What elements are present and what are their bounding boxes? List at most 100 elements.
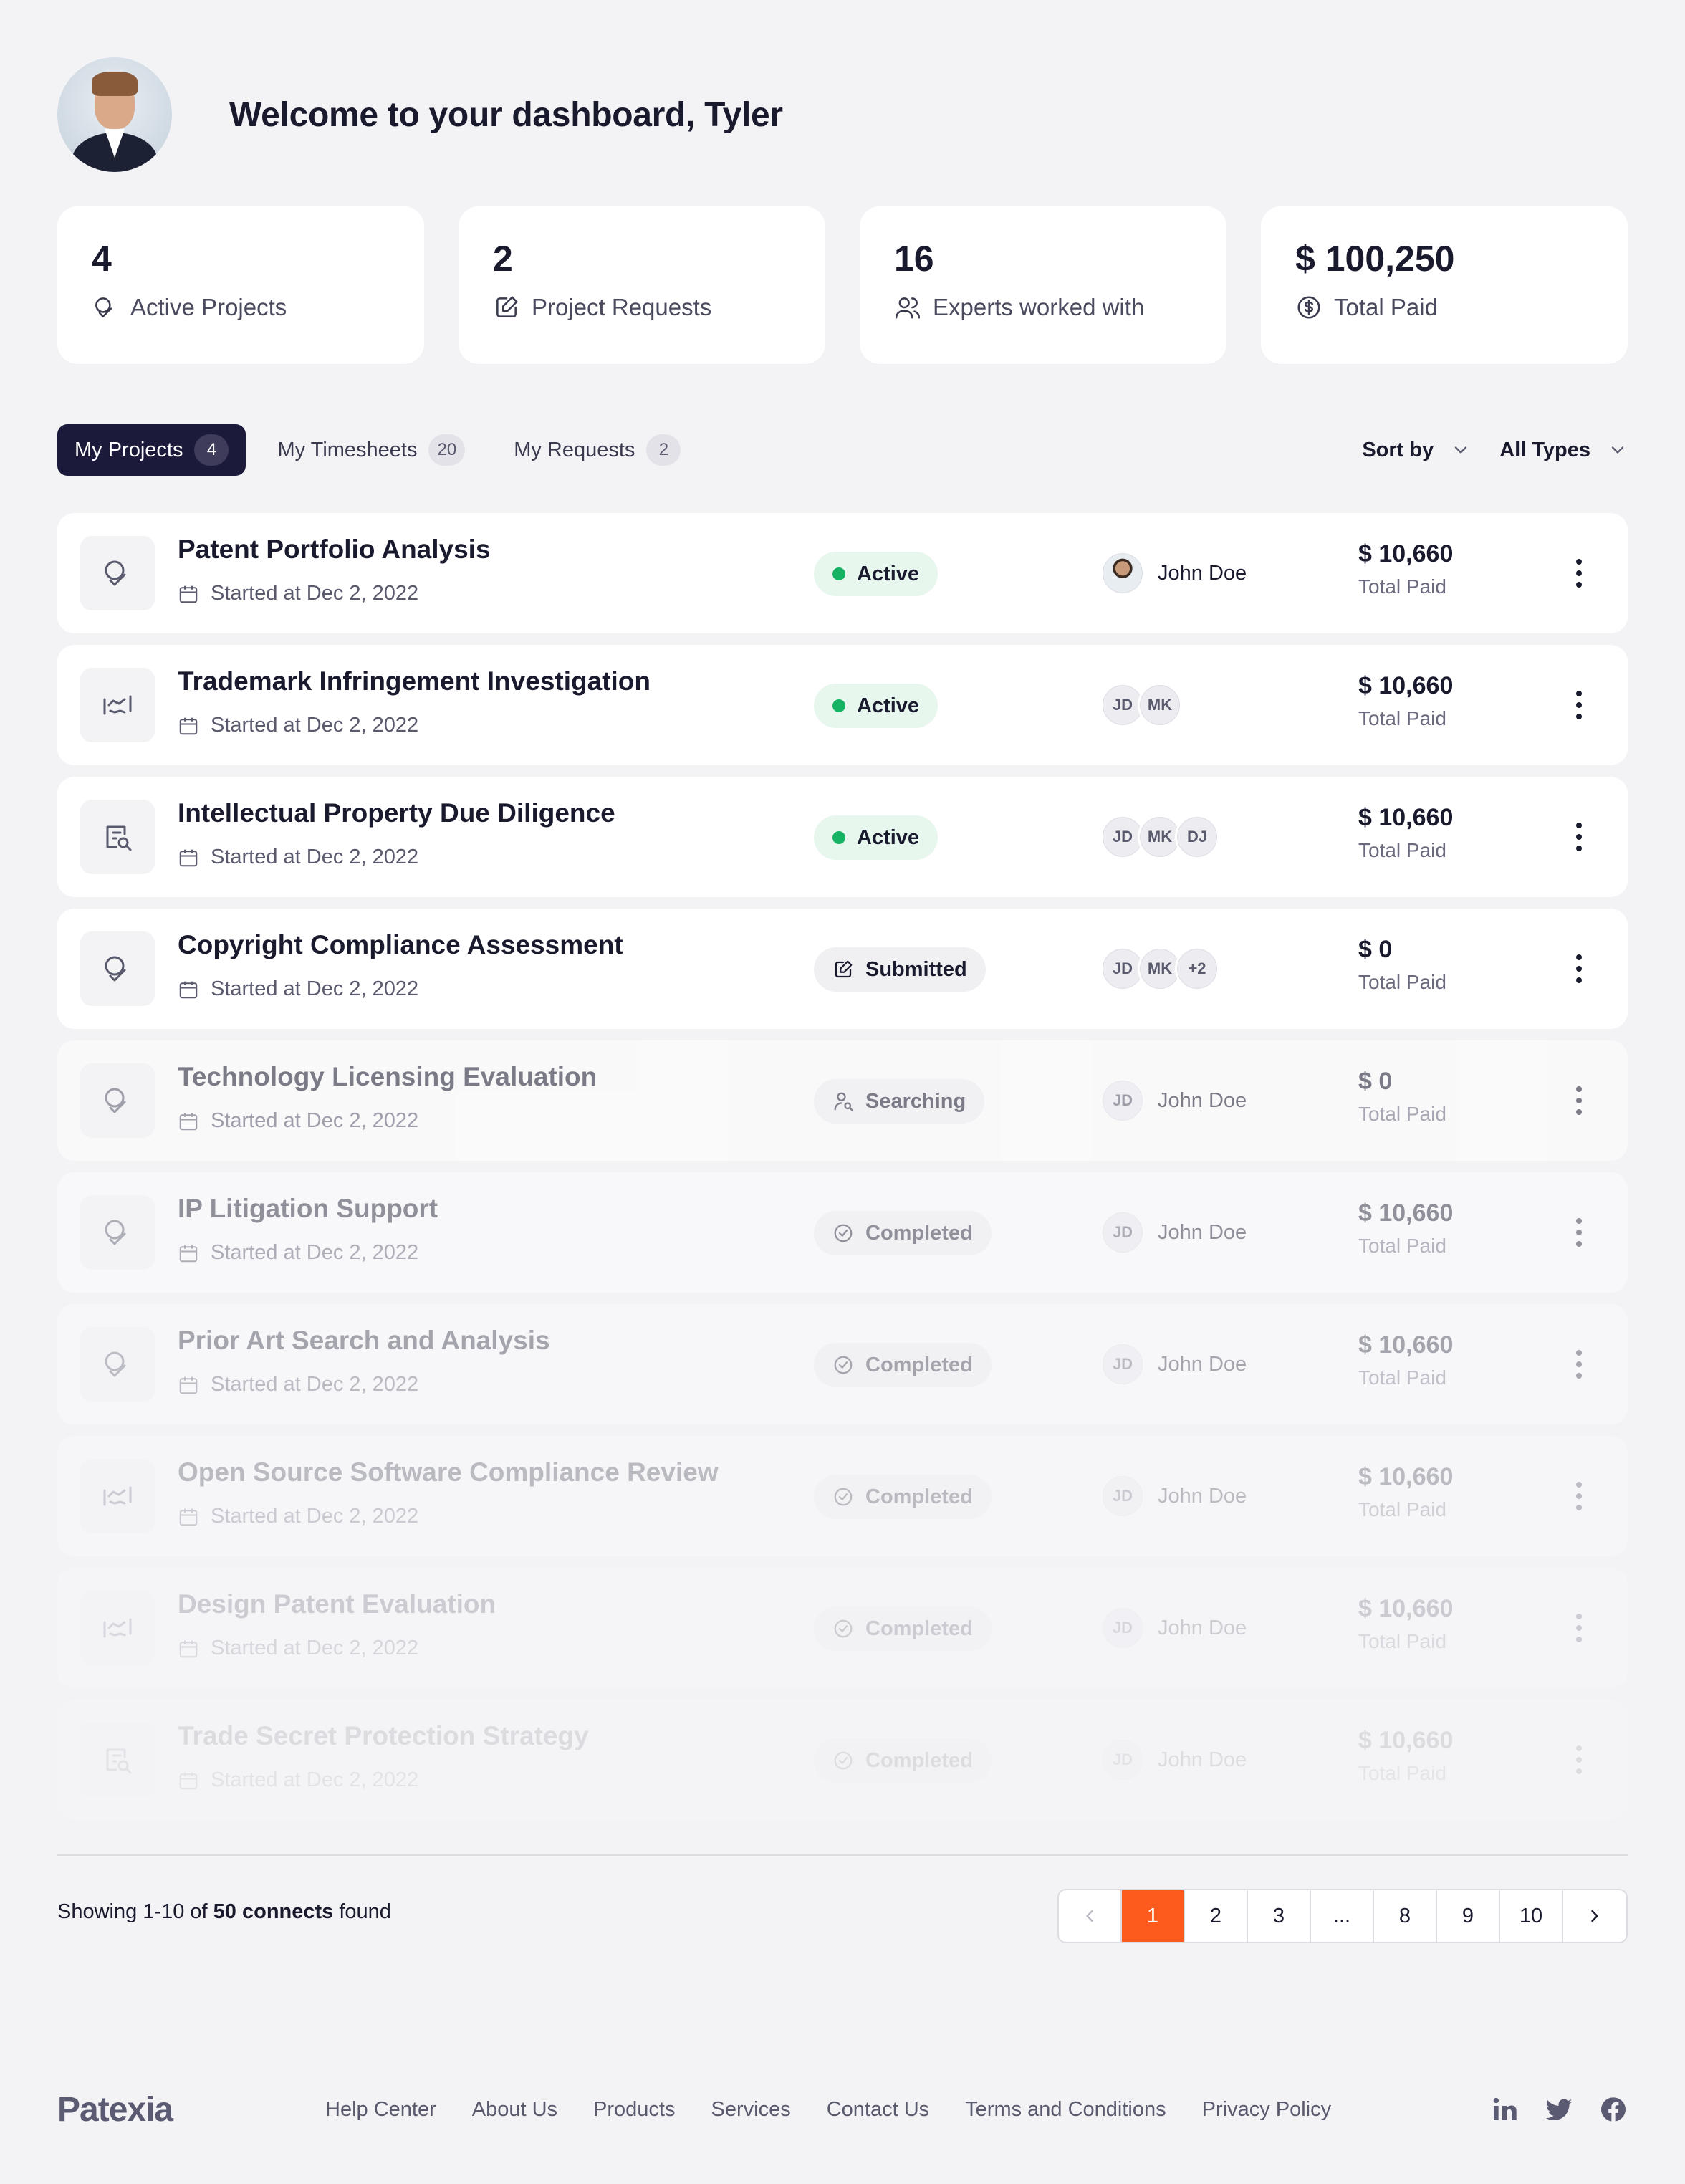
more-options-icon[interactable] [1570,1611,1588,1645]
more-options-icon[interactable] [1570,1479,1588,1513]
welcome-title: Welcome to your dashboard, Tyler [229,95,783,134]
tab-count-badge: 4 [194,434,229,466]
footer-link-services[interactable]: Services [711,2098,791,2122]
type-filter-dropdown[interactable]: All Types [1499,439,1628,462]
project-title[interactable]: Technology Licensing Evaluation [178,1062,597,1092]
project-row[interactable]: Design Patent Evaluation Started at Dec … [57,1568,1628,1688]
assigned-experts[interactable]: JD John Doe [1100,1078,1247,1124]
project-title[interactable]: Design Patent Evaluation [178,1589,496,1619]
brand-logo[interactable]: Patexia [57,2090,325,2130]
project-title[interactable]: Intellectual Property Due Diligence [178,798,615,828]
document-search-icon [106,1748,132,1774]
more-options-icon[interactable] [1570,1743,1588,1777]
project-row[interactable]: Open Source Software Compliance Review S… [57,1436,1628,1556]
project-row[interactable]: Trademark Infringement Investigation Sta… [57,645,1628,765]
assigned-experts[interactable]: JD John Doe [1100,1341,1247,1387]
check-circle-icon [834,1356,853,1374]
footer-link-help-center[interactable]: Help Center [325,2098,436,2122]
calendar-icon [179,1113,198,1130]
handshake-icon [105,560,126,586]
project-title[interactable]: Open Source Software Compliance Review [178,1457,719,1488]
stat-project-requests[interactable]: 2 Project Requests [459,206,825,364]
project-row[interactable]: Prior Art Search and Analysis Started at… [57,1304,1628,1424]
project-title[interactable]: IP Litigation Support [178,1194,438,1224]
status-label: Searching [865,1089,966,1113]
linkedin-icon[interactable] [1490,2095,1519,2124]
project-amount: $ 10,660 [1358,672,1454,699]
more-options-icon[interactable] [1570,1215,1588,1250]
page-button-10[interactable]: 10 [1500,1890,1563,1942]
project-title[interactable]: Prior Art Search and Analysis [178,1326,550,1356]
project-row[interactable]: Technology Licensing Evaluation Started … [57,1040,1628,1161]
prev-page-button[interactable] [1059,1890,1122,1942]
stat-experts[interactable]: 16 Experts worked with [860,206,1226,364]
assigned-experts[interactable]: JD MK +2 [1100,946,1219,992]
expert-name: John Doe [1158,561,1247,585]
more-options-icon[interactable] [1570,820,1588,854]
twitter-icon[interactable] [1545,2095,1573,2124]
tab-my-timesheets[interactable]: My Timesheets 20 [260,424,482,476]
project-title[interactable]: Trademark Infringement Investigation [178,666,651,696]
page-button-2[interactable]: 2 [1185,1890,1248,1942]
page-button-8[interactable]: 8 [1374,1890,1437,1942]
page-button-1[interactable]: 1 [1122,1890,1185,1942]
footer-link-terms[interactable]: Terms and Conditions [965,2098,1166,2122]
status-badge: Submitted [814,947,986,992]
assigned-experts[interactable]: JD MK DJ [1100,814,1219,860]
project-title[interactable]: Copyright Compliance Assessment [178,930,623,960]
status-badge: Active [814,815,938,860]
project-title[interactable]: Trade Secret Protection Strategy [178,1721,589,1751]
handshake-icon [105,956,126,982]
tab-my-projects[interactable]: My Projects 4 [57,424,246,476]
project-row[interactable]: Trade Secret Protection Strategy Started… [57,1700,1628,1820]
facebook-icon[interactable] [1599,2095,1628,2124]
expert-name: John Doe [1158,1220,1247,1244]
more-options-icon[interactable] [1570,688,1588,722]
project-row[interactable]: IP Litigation Support Started at Dec 2, … [57,1172,1628,1293]
type-filter-label: All Types [1499,438,1590,461]
results-summary: Showing 1-10 of 50 connects found [57,1900,391,1924]
page-button-3[interactable]: 3 [1248,1890,1311,1942]
assigned-experts[interactable]: John Doe [1100,550,1247,596]
status-label: Completed [865,1748,973,1772]
project-row[interactable]: Intellectual Property Due Diligence Star… [57,777,1628,897]
check-circle-icon [834,1619,853,1638]
sort-by-dropdown[interactable]: Sort by [1362,439,1471,462]
stat-total-paid[interactable]: $ 100,250 Total Paid [1261,206,1628,364]
footer-link-about-us[interactable]: About Us [472,2098,557,2122]
assigned-experts[interactable]: JD John Doe [1100,1737,1247,1783]
users-icon [895,297,921,319]
tab-my-requests[interactable]: My Requests 2 [496,424,698,476]
expert-more-count: +2 [1175,947,1219,991]
footer-link-privacy[interactable]: Privacy Policy [1202,2098,1332,2122]
project-amount: $ 0 [1358,936,1393,963]
expert-name: John Doe [1158,1748,1247,1771]
status-label: Completed [865,1485,973,1508]
assigned-experts[interactable]: JD MK [1100,682,1182,728]
project-start-date: Started at Dec 2, 2022 [211,846,419,868]
assigned-experts[interactable]: JD John Doe [1100,1605,1247,1651]
calendar-icon [179,1376,198,1394]
project-row[interactable]: Patent Portfolio Analysis Started at Dec… [57,513,1628,633]
footer-link-products[interactable]: Products [593,2098,675,2122]
footer-link-contact-us[interactable]: Contact Us [827,2098,929,2122]
more-options-icon[interactable] [1570,556,1588,590]
project-amount: $ 10,660 [1358,1331,1454,1359]
more-options-icon[interactable] [1570,952,1588,986]
assigned-experts[interactable]: JD John Doe [1100,1473,1247,1519]
stat-label: Project Requests [532,294,712,320]
calendar-icon [179,849,198,866]
project-title[interactable]: Patent Portfolio Analysis [178,535,491,565]
project-amount: $ 10,660 [1358,1727,1454,1754]
stat-label: Experts worked with [933,294,1145,320]
page-button-9[interactable]: 9 [1437,1890,1500,1942]
user-avatar[interactable] [57,57,172,172]
project-amount: $ 0 [1358,1068,1393,1095]
project-row[interactable]: Copyright Compliance Assessment Started … [57,909,1628,1029]
next-page-button[interactable] [1563,1890,1626,1942]
stat-active-projects[interactable]: 4 Active Projects [57,206,424,364]
note-edit-icon [835,960,853,978]
assigned-experts[interactable]: JD John Doe [1100,1210,1247,1255]
more-options-icon[interactable] [1570,1347,1588,1381]
more-options-icon[interactable] [1570,1083,1588,1118]
